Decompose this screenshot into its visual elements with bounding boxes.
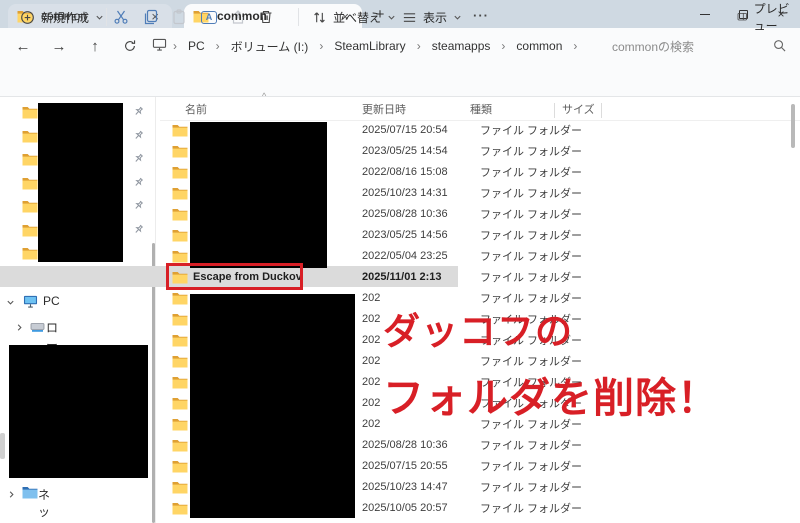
redaction-box — [190, 122, 327, 268]
annotation-line2: フォルダを削除！ — [383, 364, 719, 424]
file-date: 202 — [362, 414, 380, 435]
file-date: 2025/10/05 20:57 — [362, 498, 448, 519]
file-date: 2023/05/25 14:54 — [362, 141, 448, 162]
folder-icon — [172, 183, 188, 204]
redaction-box — [38, 103, 123, 262]
folder-icon — [172, 456, 188, 477]
list-scrollbar[interactable] — [791, 104, 795, 148]
file-date: 202 — [362, 393, 380, 414]
file-type: ファイル フォルダー — [480, 246, 582, 267]
file-type: ファイル フォルダー — [480, 477, 582, 498]
file-date: 2025/07/15 20:55 — [362, 456, 448, 477]
file-type: ファイル フォルダー — [480, 120, 582, 141]
file-type: ファイル フォルダー — [480, 162, 582, 183]
file-date: 202 — [362, 288, 380, 309]
folder-icon — [172, 204, 188, 225]
file-date: 202 — [362, 330, 380, 351]
redaction-box — [190, 294, 355, 518]
folder-icon — [172, 141, 188, 162]
folder-icon — [172, 330, 188, 351]
file-date: 2025/11/01 2:13 — [362, 267, 442, 288]
file-date: 2025/10/23 14:31 — [362, 183, 448, 204]
file-type: ファイル フォルダー — [480, 225, 582, 246]
file-date: 202 — [362, 309, 380, 330]
highlight-box — [166, 263, 303, 290]
file-type: ファイル フォルダー — [480, 204, 582, 225]
folder-icon — [172, 393, 188, 414]
file-date: 202 — [362, 372, 380, 393]
annotation-line1: ダッコフの — [383, 301, 573, 355]
folder-icon — [172, 309, 188, 330]
folder-icon — [172, 414, 188, 435]
file-date: 2025/07/15 20:54 — [362, 120, 448, 141]
folder-icon — [172, 372, 188, 393]
file-type: ファイル フォルダー — [480, 435, 582, 456]
file-type: ファイル フォルダー — [480, 141, 582, 162]
folder-icon — [172, 225, 188, 246]
folder-icon — [172, 288, 188, 309]
file-date: 2022/05/04 23:25 — [362, 246, 448, 267]
folder-icon — [172, 498, 188, 519]
file-type: ファイル フォルダー — [480, 456, 582, 477]
file-date: 2023/05/25 14:56 — [362, 225, 448, 246]
file-date: 202 — [362, 351, 380, 372]
file-type: ファイル フォルダー — [480, 183, 582, 204]
file-date: 2025/10/23 14:47 — [362, 477, 448, 498]
folder-icon — [172, 477, 188, 498]
file-type: ファイル フォルダー — [480, 498, 582, 519]
redaction-box — [9, 345, 148, 478]
folder-icon — [172, 351, 188, 372]
folder-icon — [172, 120, 188, 141]
folder-icon — [172, 435, 188, 456]
file-date: 2025/08/28 10:36 — [362, 435, 448, 456]
file-date: 2025/08/28 10:36 — [362, 204, 448, 225]
folder-icon — [172, 162, 188, 183]
explorer-window: common × common × + × ← → ↑ ›PC›ボリューム (I… — [0, 0, 800, 523]
file-date: 2022/08/16 15:08 — [362, 162, 448, 183]
file-type: ファイル フォルダー — [480, 267, 582, 288]
